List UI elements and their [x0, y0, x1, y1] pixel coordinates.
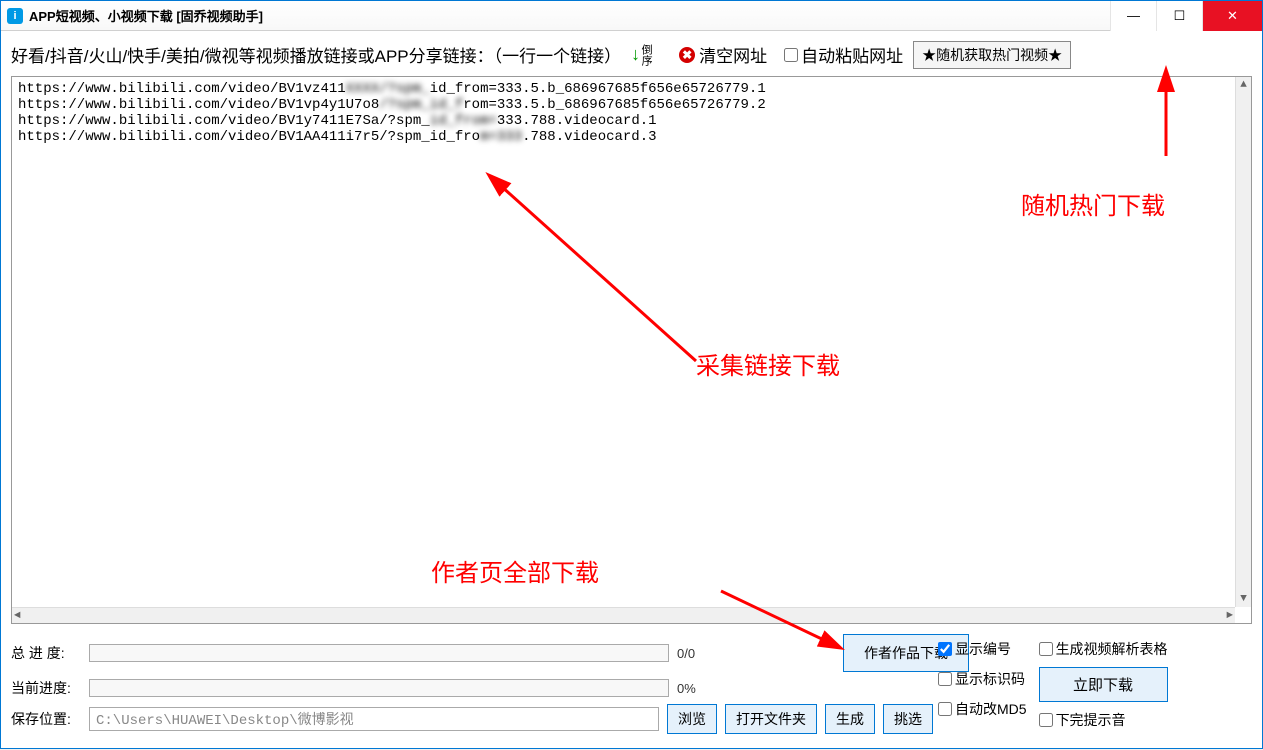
app-icon: i — [7, 8, 23, 24]
url-content: https://www.bilibili.com/video/BV1vz411X… — [12, 77, 1251, 149]
current-progress-label: 当前进度: — [11, 678, 81, 698]
vertical-scrollbar[interactable]: ▲▼ — [1235, 77, 1251, 607]
bottom-panel: 总 进 度: 0/0 作者作品下载 当前进度: 0% 保存位置: 浏览 打开文件… — [11, 630, 1252, 740]
window-controls: — ☐ ✕ — [1110, 1, 1262, 31]
auto-paste-input[interactable] — [784, 48, 798, 62]
save-path-input[interactable] — [89, 707, 659, 731]
auto-paste-checkbox[interactable]: 自动粘贴网址 — [784, 42, 903, 67]
show-number-checkbox[interactable]: 显示编号 — [938, 639, 1027, 659]
auto-md5-checkbox[interactable]: 自动改MD5 — [938, 699, 1027, 719]
clear-label: 清空网址 — [699, 42, 767, 67]
arrow-down-icon: ↓ — [631, 44, 640, 65]
reverse-order-button[interactable]: ↓ 倒序 — [631, 44, 662, 66]
right-options: 显示编号 显示标识码 自动改MD5 生成视频解析表格 立即下载 下完提示音 — [938, 639, 1238, 730]
total-progress-label: 总 进 度: — [11, 643, 81, 663]
window-title: APP短视频、小视频下载 [固乔视频助手] — [29, 6, 263, 25]
clear-urls-button[interactable]: ✖ 清空网址 — [672, 39, 774, 70]
app-window: i APP短视频、小视频下载 [固乔视频助手] — ☐ ✕ 好看/抖音/火山/快… — [0, 0, 1263, 749]
auto-paste-label: 自动粘贴网址 — [801, 42, 903, 67]
select-button[interactable]: 挑选 — [883, 704, 933, 734]
current-progress-bar — [89, 679, 669, 697]
maximize-button[interactable]: ☐ — [1156, 1, 1202, 31]
content-area: 好看/抖音/火山/快手/美拍/微视等视频播放链接或APP分享链接：（一行一个链接… — [1, 31, 1262, 748]
save-path-label: 保存位置: — [11, 709, 81, 729]
done-sound-checkbox[interactable]: 下完提示音 — [1039, 710, 1168, 730]
browse-button[interactable]: 浏览 — [667, 704, 717, 734]
total-progress-text: 0/0 — [677, 646, 717, 661]
horizontal-scrollbar[interactable]: ◄► — [12, 607, 1235, 623]
top-toolbar: 好看/抖音/火山/快手/美拍/微视等视频播放链接或APP分享链接：（一行一个链接… — [11, 39, 1252, 70]
minimize-button[interactable]: — — [1110, 1, 1156, 31]
download-now-button[interactable]: 立即下载 — [1039, 667, 1168, 702]
open-folder-button[interactable]: 打开文件夹 — [725, 704, 817, 734]
generate-button[interactable]: 生成 — [825, 704, 875, 734]
show-id-checkbox[interactable]: 显示标识码 — [938, 669, 1027, 689]
random-hot-button[interactable]: ★随机获取热门视频★ — [913, 41, 1071, 69]
current-progress-text: 0% — [677, 681, 717, 696]
close-button[interactable]: ✕ — [1202, 1, 1262, 31]
gen-table-checkbox[interactable]: 生成视频解析表格 — [1039, 639, 1168, 659]
instruction-label: 好看/抖音/火山/快手/美拍/微视等视频播放链接或APP分享链接：（一行一个链接… — [11, 42, 621, 67]
reverse-label: 倒序 — [640, 44, 651, 66]
titlebar: i APP短视频、小视频下载 [固乔视频助手] — ☐ ✕ — [1, 1, 1262, 31]
url-textarea[interactable]: https://www.bilibili.com/video/BV1vz411X… — [11, 76, 1252, 624]
total-progress-bar — [89, 644, 669, 662]
clear-icon: ✖ — [679, 47, 695, 63]
